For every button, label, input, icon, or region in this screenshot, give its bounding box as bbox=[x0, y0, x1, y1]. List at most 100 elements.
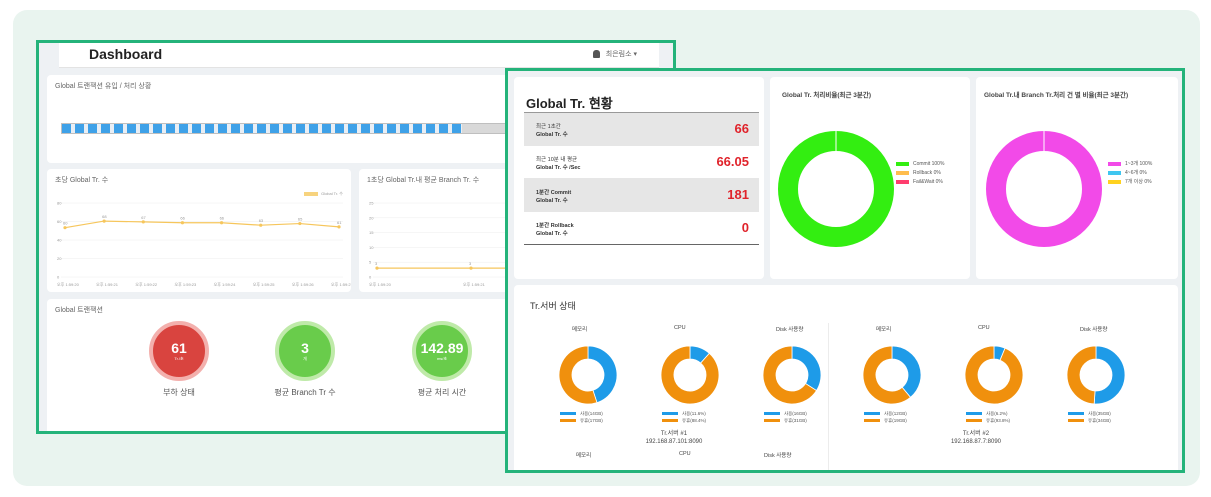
legend-swatch bbox=[966, 419, 982, 422]
legend-item: 유휴(93.8%) bbox=[966, 417, 1010, 424]
legend-item: 사용(14GB) bbox=[560, 410, 603, 417]
legend-item: 사용(11.6%) bbox=[662, 410, 706, 417]
summary-row: 최근 10분 내 평균 Global Tr. 수 /Sec 66.05 bbox=[524, 146, 759, 179]
server-status-card: Tr.서버 상태 메모리 사용(14GB) 유휴(17GB) CPU 사용(11.6%)… bbox=[514, 285, 1178, 470]
data-label: 68 bbox=[102, 214, 107, 219]
user-name: 최은림소 ▾ bbox=[605, 51, 637, 58]
legend-swatch bbox=[560, 419, 576, 422]
y-tick-label: 5 bbox=[369, 260, 372, 265]
summary-title: Global Tr. 현황 bbox=[526, 96, 613, 111]
legend-item: 4~6개 0% bbox=[1108, 168, 1152, 177]
legend-item: 7개 이상 0% bbox=[1108, 177, 1152, 186]
summary-row: 1분간 Commit Global Tr. 수 181 bbox=[524, 179, 759, 212]
gauge-branch-unit: 개 bbox=[303, 355, 307, 361]
legend-item: Rollback 0% bbox=[896, 168, 944, 177]
data-point bbox=[102, 219, 106, 223]
data-point bbox=[337, 225, 341, 229]
server-status-title: Tr.서버 상태 bbox=[530, 301, 576, 311]
server-2-metric-donut bbox=[964, 345, 1024, 405]
summary-row-sublabel: Global Tr. 수 bbox=[536, 198, 568, 204]
server-2-metric-legend: 사용(35GB) 유휴(34GB) bbox=[1068, 410, 1111, 424]
legend-label: 유휴(93.8%) bbox=[986, 417, 1011, 423]
server-2-metric-legend: 사용(12GB) 유휴(19GB) bbox=[864, 410, 907, 424]
data-point bbox=[298, 221, 302, 226]
legend-item: Commit 100% bbox=[896, 159, 944, 168]
legend-item: 사용(6.2%) bbox=[966, 410, 1010, 417]
server-divider bbox=[828, 323, 829, 470]
server-2-info: Tr.서버 #2 192.168.87.7:8090 bbox=[916, 430, 1036, 446]
legend-swatch bbox=[966, 412, 982, 415]
gauge-load-unit: Tr./초 bbox=[174, 355, 184, 361]
server-1-name: Tr.서버 #1 bbox=[660, 431, 688, 437]
summary-row: 최근 1초간 Global Tr. 수 66 bbox=[524, 113, 759, 146]
branch-ratio-card: Global Tr.내 Branch Tr.처리 건 별 비율(최근 3분간) … bbox=[976, 77, 1178, 279]
legend-item: 유휴(17GB) bbox=[560, 417, 603, 424]
tps-card: 초당 Global Tr. 수 Global Tr. 수 80 60 40 20 0 오후… bbox=[47, 169, 351, 292]
legend-swatch bbox=[764, 419, 780, 422]
gauge-time-caption: 평균 처리 시간 bbox=[417, 388, 467, 397]
server-2-name: Tr.서버 #2 bbox=[962, 431, 990, 437]
server-2-metric-label: CPU bbox=[978, 325, 990, 331]
legend-label: 7개 이상 0% bbox=[1125, 179, 1152, 185]
branch-ratio-title: Global Tr.내 Branch Tr.처리 건 별 비율(최근 3분간) bbox=[984, 92, 1129, 99]
gauge-load: 61 Tr./초 부하 상태 bbox=[119, 321, 239, 398]
y-tick-label: 10 bbox=[369, 245, 374, 250]
x-tick-label: 오후 1:59:22 bbox=[135, 281, 158, 287]
legend-item: 1~3개 100% bbox=[1108, 159, 1152, 168]
legend-swatch bbox=[896, 161, 909, 166]
gauge-load-value: 61 bbox=[171, 339, 187, 356]
gauge-load-caption: 부하 상태 bbox=[163, 388, 195, 397]
y-tick-label: 40 bbox=[57, 238, 62, 243]
legend-swatch bbox=[560, 412, 576, 415]
legend-item: 사용(12GB) bbox=[864, 410, 907, 417]
series-line bbox=[64, 220, 340, 229]
user-menu[interactable]: 최은림소 ▾ bbox=[592, 49, 637, 59]
server-1-metric-slice bbox=[660, 345, 720, 405]
legend-label: Rollback 0% bbox=[913, 169, 941, 176]
legend-swatch bbox=[662, 412, 678, 415]
legend-swatch bbox=[896, 170, 909, 175]
legend-swatch bbox=[864, 419, 880, 422]
data-point bbox=[141, 220, 145, 224]
data-label: 3 bbox=[469, 261, 472, 266]
server-1-metric-donut bbox=[558, 345, 618, 405]
server-2-metric-label: Disk 사용량 bbox=[1080, 327, 1108, 333]
legend-item: 유휴(31GB) bbox=[764, 417, 807, 424]
data-point bbox=[469, 266, 473, 270]
y-tick-label: 20 bbox=[369, 215, 374, 220]
data-point bbox=[375, 266, 379, 270]
data-label: 60 bbox=[63, 221, 68, 226]
server-2-metric-slice bbox=[891, 345, 922, 398]
gauge-time: 142.89 ms/초 평균 처리 시간 bbox=[382, 321, 502, 398]
y-tick-label: 80 bbox=[57, 201, 62, 206]
server-1-metric-legend: 사용(14GB) 유휴(17GB) bbox=[560, 410, 603, 424]
y-tick-label: 15 bbox=[369, 230, 374, 235]
server-1-metric-legend: 사용(11.6%) 유휴(88.4%) bbox=[662, 410, 706, 424]
y-tick-label: 25 bbox=[369, 201, 374, 206]
server-1-info: Tr.서버 #1 192.168.87.101:8090 bbox=[614, 430, 734, 446]
legend-swatch bbox=[896, 179, 909, 184]
legend-swatch bbox=[764, 412, 780, 415]
summary-row-sublabel: Global Tr. 수 /Sec bbox=[536, 165, 581, 171]
x-tick-label: 오후 1:59:24 bbox=[214, 281, 237, 287]
gauge-branch-value: 3 bbox=[301, 339, 309, 356]
data-label: 66 bbox=[220, 216, 225, 221]
summary-row-value: 0 bbox=[741, 220, 749, 235]
server-1-metric-label: Disk 사용량 bbox=[776, 327, 804, 333]
summary-table: 최근 1초간 Global Tr. 수 66 최근 10분 내 평균 Globa… bbox=[524, 112, 759, 245]
legend-swatch bbox=[1068, 419, 1084, 422]
x-tick-label: 오후 1:59:21 bbox=[463, 281, 486, 287]
server-1-metric-label: CPU bbox=[674, 325, 686, 331]
commit-ratio-card: Global Tr. 처리비율(최근 3분간) Commit 100% Roll… bbox=[770, 77, 970, 279]
bottom-label-cpu: CPU bbox=[679, 451, 691, 457]
legend-item: 유휴(34GB) bbox=[1068, 417, 1111, 424]
x-tick-label: 오후 1:59:25 bbox=[253, 281, 276, 287]
summary-row-label: 최근 10분 내 평균 bbox=[536, 157, 578, 163]
server-1-metric-donut bbox=[762, 345, 822, 405]
commit-ratio-donut bbox=[778, 131, 894, 247]
legend-item: 유휴(88.4%) bbox=[662, 417, 706, 424]
summary-row-label: 1분간 Commit bbox=[536, 190, 572, 196]
x-tick-label: 오후 1:59:20 bbox=[369, 281, 392, 287]
legend-swatch bbox=[1068, 412, 1084, 415]
summary-row-sublabel: Global Tr. 수 bbox=[536, 231, 568, 237]
